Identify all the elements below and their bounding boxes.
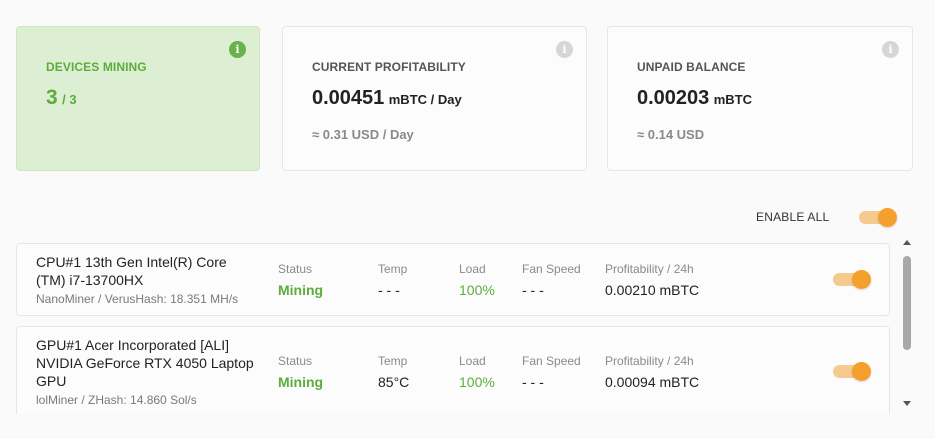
device-toggle[interactable] xyxy=(833,270,871,289)
load-value: 100% xyxy=(459,282,495,298)
enable-all-toggle[interactable] xyxy=(859,208,897,227)
devices-count: 3 xyxy=(46,86,58,109)
device-row: GPU#1 Acer Incorporated [ALI] NVIDIA GeF… xyxy=(16,326,890,414)
fan-speed-value: - - - xyxy=(522,282,544,298)
profitability-unit: mBTC / Day xyxy=(388,92,462,107)
balance-amount: 0.00203 xyxy=(637,87,710,109)
temp-value: 85°C xyxy=(378,374,410,390)
devices-mining-value: 3 / 3 xyxy=(46,86,77,110)
enable-all-label: ENABLE ALL xyxy=(756,210,830,224)
status-value: Mining xyxy=(278,374,324,390)
status-header: Status xyxy=(278,262,313,276)
unpaid-balance-card: i UNPAID BALANCE 0.00203 mBTC ≈ 0.14 USD xyxy=(607,26,913,171)
profitability-amount: 0.00451 xyxy=(312,87,385,109)
profitability-fiat: ≈ 0.31 USD / Day xyxy=(312,127,414,142)
scroll-up-arrow-icon[interactable] xyxy=(903,240,911,245)
devices-mining-card: i DEVICES MINING 3 / 3 xyxy=(16,26,260,171)
fan-speed-value: - - - xyxy=(522,374,544,390)
current-profitability-value: 0.00451 mBTC / Day xyxy=(312,87,462,110)
devices-total: / 3 xyxy=(62,92,77,107)
profitability-header: Profitability / 24h xyxy=(605,262,694,276)
scroll-thumb[interactable] xyxy=(903,256,911,350)
fan-speed-header: Fan Speed xyxy=(522,262,581,276)
devices-mining-label: DEVICES MINING xyxy=(46,60,147,74)
device-name: GPU#1 Acer Incorporated [ALI] NVIDIA GeF… xyxy=(36,336,254,390)
scroll-down-arrow-icon[interactable] xyxy=(903,401,911,406)
temp-header: Temp xyxy=(378,354,408,368)
balance-unit: mBTC xyxy=(713,92,753,107)
info-icon[interactable]: i xyxy=(556,41,573,58)
balance-fiat: ≈ 0.14 USD xyxy=(637,127,705,142)
profitability-header: Profitability / 24h xyxy=(605,354,694,368)
load-header: Load xyxy=(459,354,486,368)
temp-value: - - - xyxy=(378,282,400,298)
profitability-value: 0.00210 mBTC xyxy=(605,282,700,298)
status-header: Status xyxy=(278,354,313,368)
current-profitability-label: CURRENT PROFITABILITY xyxy=(312,60,466,74)
device-name: CPU#1 13th Gen Intel(R) Core (TM) i7-137… xyxy=(36,253,227,289)
unpaid-balance-value: 0.00203 mBTC xyxy=(637,87,752,110)
device-row: CPU#1 13th Gen Intel(R) Core (TM) i7-137… xyxy=(16,243,890,316)
temp-header: Temp xyxy=(378,262,408,276)
device-toggle[interactable] xyxy=(833,362,871,381)
device-miner: NanoMiner / VerusHash: 18.351 MH/s xyxy=(36,292,239,306)
toggle-knob xyxy=(878,208,897,227)
profitability-value: 0.00094 mBTC xyxy=(605,374,700,390)
device-name-line: GPU#1 Acer Incorporated [ALI] xyxy=(36,337,229,353)
load-value: 100% xyxy=(459,374,495,390)
toggle-knob xyxy=(852,362,871,381)
fan-speed-header: Fan Speed xyxy=(522,354,581,368)
load-header: Load xyxy=(459,262,486,276)
device-miner: lolMiner / ZHash: 14.860 Sol/s xyxy=(36,393,197,407)
toggle-knob xyxy=(852,270,871,289)
device-name-line: (TM) i7-13700HX xyxy=(36,272,144,288)
device-name-line: NVIDIA GeForce RTX 4050 Laptop xyxy=(36,355,254,371)
info-icon[interactable]: i xyxy=(229,41,246,58)
current-profitability-card: i CURRENT PROFITABILITY 0.00451 mBTC / D… xyxy=(282,26,587,171)
unpaid-balance-label: UNPAID BALANCE xyxy=(637,60,746,74)
device-list-scrollbar[interactable] xyxy=(901,234,913,414)
device-list: CPU#1 13th Gen Intel(R) Core (TM) i7-137… xyxy=(16,234,913,414)
device-name-line: GPU xyxy=(36,373,67,389)
info-icon[interactable]: i xyxy=(882,41,899,58)
device-name-line: CPU#1 13th Gen Intel(R) Core xyxy=(36,254,227,270)
status-value: Mining xyxy=(278,282,324,298)
